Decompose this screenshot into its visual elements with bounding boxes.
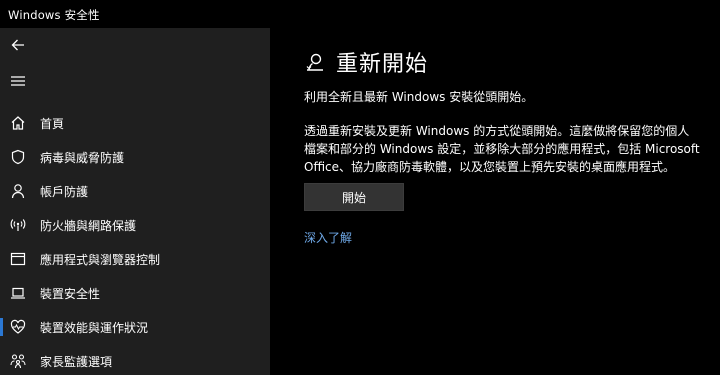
page-subtitle: 利用全新且最新 Windows 安裝從頭開始。 — [304, 90, 534, 104]
sidebar-item-app-browser-control[interactable]: 應用程式與瀏覽器控制 — [0, 242, 270, 276]
menu-button[interactable] — [6, 69, 30, 93]
back-arrow-icon — [10, 37, 26, 53]
sidebar-item-account-protection[interactable]: 帳戶防護 — [0, 174, 270, 208]
sidebar-item-firewall[interactable]: 防火牆與網路保護 — [0, 208, 270, 242]
sidebar-nav: 首頁 病毒與威脅防護 帳戶防護 防火牆與網路保護 應用程式與瀏覽器控制 裝置安全… — [0, 106, 270, 375]
person-icon — [9, 182, 27, 200]
title-bar: Windows 安全性 — [0, 0, 720, 28]
sidebar-item-label: 應用程式與瀏覽器控制 — [40, 252, 161, 267]
windows-security-window: Windows 安全性 首頁 病毒與威脅防護 帳戶防護 防火牆與網路保護 應用程… — [0, 0, 720, 375]
sidebar-item-label: 帳戶防護 — [40, 184, 89, 199]
selection-indicator — [0, 318, 3, 336]
learn-more-link[interactable]: 深入了解 — [304, 229, 352, 246]
page-title: 重新開始 — [336, 52, 429, 77]
sidebar-item-label: 病毒與威脅防護 — [40, 150, 125, 165]
page-heading: 重新開始 — [304, 46, 428, 78]
heart-icon — [9, 318, 27, 336]
laptop-icon — [9, 284, 27, 302]
sidebar-item-device-security[interactable]: 裝置安全性 — [0, 276, 270, 310]
sidebar-item-home[interactable]: 首頁 — [0, 106, 270, 140]
sidebar-item-label: 裝置安全性 — [40, 286, 101, 301]
sidebar-item-family-options[interactable]: 家長監護選項 — [0, 344, 270, 375]
sidebar-item-label: 防火牆與網路保護 — [40, 218, 137, 233]
hamburger-menu-icon — [10, 74, 26, 88]
start-button[interactable]: 開始 — [304, 183, 404, 211]
sidebar-item-label: 首頁 — [40, 116, 65, 131]
sidebar-item-label: 裝置效能與運作狀況 — [40, 320, 149, 335]
fresh-start-icon — [304, 51, 326, 73]
shield-icon — [9, 148, 27, 166]
sidebar-item-label: 家長監護選項 — [40, 354, 113, 369]
app-window-icon — [9, 250, 27, 268]
sidebar: 首頁 病毒與威脅防護 帳戶防護 防火牆與網路保護 應用程式與瀏覽器控制 裝置安全… — [0, 28, 270, 375]
sidebar-item-device-performance[interactable]: 裝置效能與運作狀況 — [0, 310, 270, 344]
home-icon — [9, 114, 27, 132]
sidebar-item-virus-protection[interactable]: 病毒與威脅防護 — [0, 140, 270, 174]
page-description: 透過重新安裝及更新 Windows 的方式從頭開始。這麼做將保留您的個人 檔案和… — [304, 124, 700, 174]
family-icon — [9, 352, 27, 370]
window-title: Windows 安全性 — [8, 8, 100, 22]
back-button[interactable] — [6, 33, 30, 57]
wifi-signal-icon — [9, 216, 27, 234]
